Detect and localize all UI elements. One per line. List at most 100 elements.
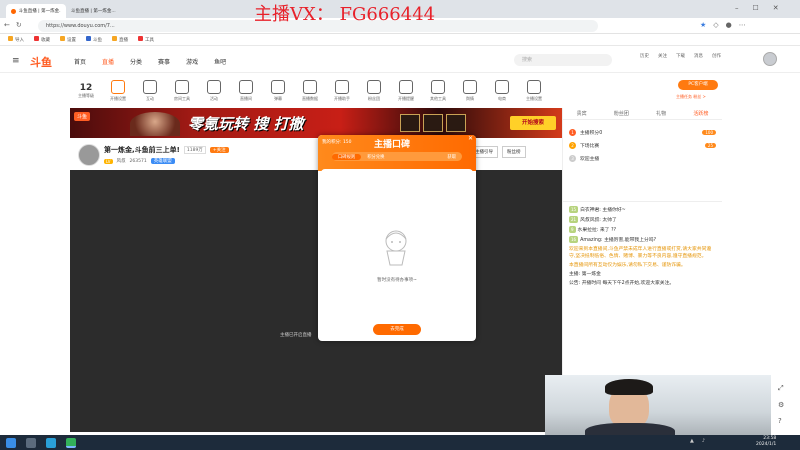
- extensions-icon[interactable]: ◇: [713, 21, 718, 29]
- profile-icon[interactable]: ●: [726, 21, 732, 29]
- rank-row[interactable]: 1 主播积分0 100: [569, 126, 716, 139]
- system-notice: 欢迎来到本直播间,斗鱼严禁未成年人进行直播或打赏,请大家共同遵守,坚决抵制低俗、…: [569, 247, 712, 259]
- search-input[interactable]: 搜索: [514, 54, 612, 66]
- category-tag[interactable]: 英雄联盟: [150, 158, 175, 164]
- nav-home[interactable]: 首页: [74, 57, 86, 66]
- follow-button[interactable]: +关注: [209, 147, 229, 153]
- clock[interactable]: 23:58 2024/1/1: [756, 436, 776, 448]
- popup-tab-rules[interactable]: 口碑规则: [332, 153, 362, 160]
- side-tools: ⤢ ⚙ ?: [778, 384, 784, 425]
- bookmarks-bar: 导入 收藏 设置 斗鱼 直播 工具: [0, 34, 800, 46]
- chat-tab[interactable]: 礼物: [656, 110, 666, 117]
- close-window-icon[interactable]: ✕: [773, 4, 779, 12]
- tool-icon: [239, 80, 253, 94]
- bookmark[interactable]: 工具: [138, 36, 154, 43]
- tool-item[interactable]: 开播助手: [326, 80, 358, 102]
- nav-yuba[interactable]: 鱼吧: [214, 57, 226, 66]
- level-box[interactable]: 12 主播等级: [70, 83, 102, 99]
- start-icon[interactable]: [6, 437, 16, 448]
- popup-tab-exchange[interactable]: 积分兑换: [361, 154, 390, 160]
- tool-item[interactable]: 房间工具: [166, 80, 198, 102]
- tool-icon: [495, 80, 509, 94]
- chat-tab-active[interactable]: 活跃榜: [693, 110, 708, 117]
- pc-client-button[interactable]: PC客户端: [678, 80, 718, 90]
- tool-icon: [175, 80, 189, 94]
- video-player[interactable]: 主播已开启直播: [70, 170, 562, 432]
- tool-icon: [303, 80, 317, 94]
- follow-icon[interactable]: 关注: [658, 53, 667, 59]
- chat-tab[interactable]: 贵宾: [577, 110, 587, 117]
- chat-tab[interactable]: 粉丝团: [614, 110, 629, 117]
- volume-icon[interactable]: ♪: [702, 438, 705, 444]
- tool-item[interactable]: 互动: [134, 80, 166, 102]
- douyu-logo-icon[interactable]: 斗鱼: [30, 54, 52, 70]
- bookmark[interactable]: 设置: [60, 36, 76, 43]
- banner-item-image: [446, 114, 466, 132]
- rank-row[interactable]: 2 下场比赛 25: [569, 139, 716, 152]
- hot-count: 1189万: [183, 146, 206, 154]
- popup-action-button[interactable]: 去完成: [373, 324, 421, 335]
- help-icon[interactable]: ?: [778, 417, 784, 425]
- star-icon[interactable]: ★: [700, 21, 706, 29]
- tool-item[interactable]: 活动: [198, 80, 230, 102]
- tool-item[interactable]: 开播设置: [102, 80, 134, 102]
- os-taskbar: ▲ ♪ 23:58 2024/1/1: [0, 435, 800, 450]
- tool-icon: [367, 80, 381, 94]
- tool-item[interactable]: 主播设置: [518, 80, 550, 102]
- settings-icon[interactable]: ⚙: [778, 401, 784, 409]
- tool-item[interactable]: 电商: [486, 80, 518, 102]
- tool-item[interactable]: 其他工具: [422, 80, 454, 102]
- follower-count: 263571: [129, 158, 147, 164]
- create-icon[interactable]: 创作: [712, 53, 721, 59]
- maximize-icon[interactable]: ☐: [753, 4, 759, 12]
- tool-icon: [335, 80, 349, 94]
- more-icon[interactable]: ⋯: [739, 21, 746, 29]
- bookmark[interactable]: 斗鱼: [86, 36, 102, 43]
- message-icon[interactable]: 消息: [694, 53, 703, 59]
- reload-icon[interactable]: ↻: [16, 21, 22, 29]
- bookmark[interactable]: 导入: [8, 36, 24, 43]
- bookmark[interactable]: 收藏: [34, 36, 50, 43]
- tool-item[interactable]: 开播提醒: [390, 80, 422, 102]
- rank-row[interactable]: 3 欢迎主播: [569, 152, 716, 165]
- promo-banner[interactable]: 斗鱼 零氪玩转 搜 打撤 开始搜索: [70, 108, 562, 138]
- search-icon[interactable]: [26, 437, 36, 448]
- minimize-icon[interactable]: –: [735, 4, 739, 12]
- download-icon[interactable]: 下载: [676, 53, 685, 59]
- level-badge: LV: [104, 158, 113, 164]
- browser-icon[interactable]: [66, 437, 76, 448]
- menu-icon[interactable]: ≡: [12, 56, 20, 66]
- history-icon[interactable]: 历史: [640, 53, 649, 59]
- nav-games[interactable]: 游戏: [186, 57, 198, 66]
- back-icon[interactable]: ←: [4, 21, 10, 29]
- tool-item[interactable]: 弹幕: [262, 80, 294, 102]
- tool-icon: [111, 80, 125, 94]
- tool-item[interactable]: 舆情: [454, 80, 486, 102]
- fans-rank-button[interactable]: 粉丝榜: [502, 146, 526, 158]
- banner-badge: 斗鱼: [74, 112, 91, 121]
- popup-header: 我的积分: 150 主播口碑 ✕ 口碑规则 积分兑换 获取: [318, 135, 476, 171]
- avatar[interactable]: [763, 52, 777, 66]
- tool-icon: [143, 80, 157, 94]
- streamer-avatar[interactable]: [78, 144, 100, 166]
- network-icon[interactable]: ▲: [690, 438, 694, 444]
- tool-item[interactable]: 直播间: [230, 80, 262, 102]
- banner-cta-button[interactable]: 开始搜索: [510, 116, 556, 130]
- expand-icon[interactable]: ⤢: [778, 384, 784, 393]
- nav-live[interactable]: 直播: [102, 57, 114, 66]
- task-link[interactable]: 主播任务 粉丝 >: [676, 94, 706, 100]
- chat-message: 16 Amazing: 主播厉害,能带我上分吗?: [569, 236, 657, 243]
- tool-item[interactable]: 直播数据: [294, 80, 326, 102]
- nav-esports[interactable]: 赛事: [158, 57, 170, 66]
- nav-category[interactable]: 分类: [130, 57, 142, 66]
- close-icon[interactable]: ✕: [468, 135, 473, 142]
- tab-title: 斗鱼直播 | 第一炼金...: [18, 9, 61, 14]
- browser-tab[interactable]: 斗鱼直播 | 第一炼金...: [66, 4, 122, 18]
- chat-message: 公告: 开播时间 每天下午2点开始,欢迎大家关注。: [569, 281, 675, 286]
- app-icon[interactable]: [46, 437, 56, 448]
- tool-item[interactable]: 粉丝团: [358, 80, 390, 102]
- popup-tab-get[interactable]: 获取: [441, 154, 462, 160]
- streamer-name[interactable]: 风叔: [117, 158, 126, 164]
- browser-tab[interactable]: 斗鱼直播 | 第一炼金...: [6, 4, 66, 18]
- bookmark[interactable]: 直播: [112, 36, 128, 43]
